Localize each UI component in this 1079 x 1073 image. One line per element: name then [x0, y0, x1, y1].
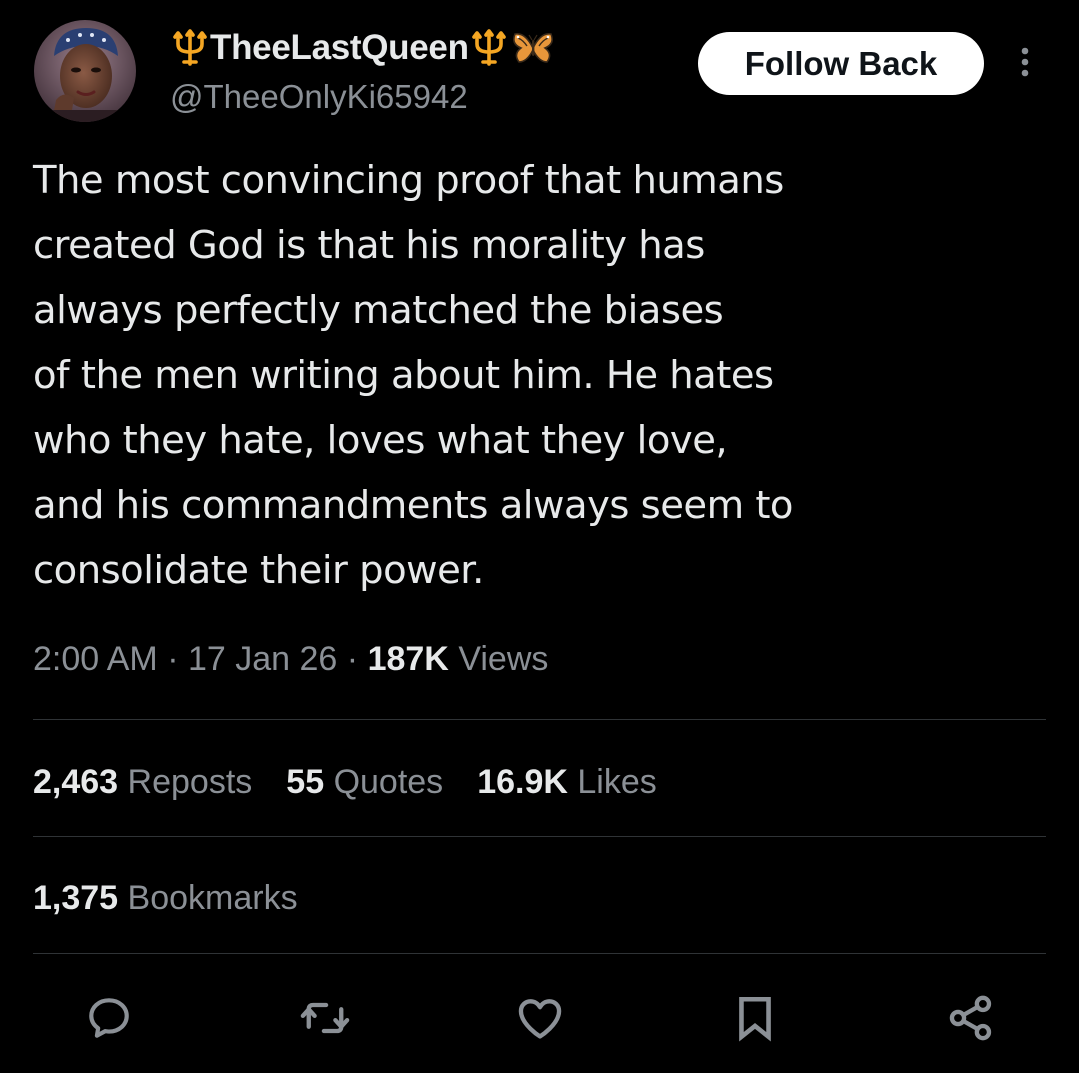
display-name[interactable]: TheeLastQueen: [170, 26, 555, 70]
tweet-text-line: who they hate, loves what they love,: [33, 418, 728, 463]
tweet-time[interactable]: 2:00 AM: [33, 640, 158, 678]
follow-back-button[interactable]: Follow Back: [698, 32, 984, 95]
bookmarks-stat[interactable]: 1,375 Bookmarks: [33, 876, 332, 920]
user-handle[interactable]: @TheeOnlyKi65942: [170, 78, 468, 116]
bookmarks-label: Bookmarks: [127, 878, 298, 917]
reposts-label: Reposts: [127, 762, 253, 801]
meta-separator: ·: [167, 640, 179, 678]
reply-icon[interactable]: [81, 990, 137, 1046]
quotes-label: Quotes: [333, 762, 444, 801]
share-icon[interactable]: [943, 990, 999, 1046]
likes-stat[interactable]: 16.9K Likes: [477, 763, 657, 802]
tweet-text-line: The most convincing proof that humans: [33, 158, 784, 203]
like-icon[interactable]: [512, 990, 568, 1046]
tweet-text-line: and his commandments always seem to: [33, 483, 793, 528]
trident-emoji: [469, 28, 509, 68]
quotes-count: 55: [286, 762, 325, 801]
repost-icon[interactable]: [297, 990, 353, 1046]
views-label: Views: [458, 640, 549, 678]
trident-emoji: [170, 28, 210, 68]
divider: [33, 953, 1046, 954]
action-bar: [0, 990, 1079, 1046]
tweet-text-line: always perfectly matched the biases: [33, 288, 724, 333]
tweet-text: The most convincing proof that humans cr…: [33, 148, 1043, 603]
reposts-count: 2,463: [33, 762, 119, 801]
likes-count: 16.9K: [477, 762, 568, 801]
divider: [33, 719, 1046, 720]
quotes-stat[interactable]: 55 Quotes: [286, 763, 443, 802]
reposts-stat[interactable]: 2,463 Reposts: [33, 763, 252, 802]
tweet-text-line: consolidate their power.: [33, 548, 484, 593]
tweet-text-line: of the men writing about him. He hates: [33, 353, 774, 398]
meta-separator: ·: [346, 640, 359, 678]
display-name-text: TheeLastQueen: [210, 28, 469, 67]
bookmarks-count: 1,375: [33, 878, 119, 917]
engagement-stats: 2,463 Reposts 55 Quotes 16.9K Likes: [33, 760, 691, 804]
avatar-image: [34, 20, 136, 122]
bookmark-icon[interactable]: [727, 990, 783, 1046]
divider: [33, 836, 1046, 837]
more-vertical-icon[interactable]: [1010, 42, 1040, 82]
butterfly-emoji: [511, 28, 555, 68]
likes-label: Likes: [577, 762, 657, 801]
tweet-date[interactable]: 17 Jan 26: [188, 640, 337, 678]
tweet-meta: 2:00 AM · 17 Jan 26 · 187K Views: [33, 640, 548, 679]
avatar[interactable]: [34, 20, 136, 122]
views-count: 187K: [367, 640, 449, 678]
tweet-text-line: created God is that his morality has: [33, 223, 705, 268]
